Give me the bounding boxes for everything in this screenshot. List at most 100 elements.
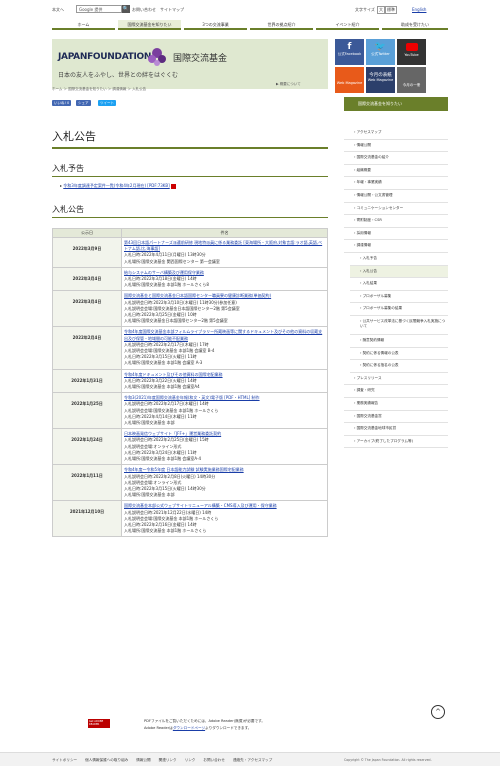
sidebar-item[interactable]: › 調査・研究	[344, 385, 448, 398]
search-input[interactable]: Google 提供	[76, 5, 122, 13]
nav-programs[interactable]: 3つの交流事業	[184, 20, 247, 30]
row-detail-line: 入札場所:国際交流基金 本部1階 ホールさくら	[124, 528, 207, 534]
adobe-reader-badge[interactable]: Get ADOBE READER	[88, 719, 110, 728]
sidebar-item-label: 国際交流基金賞	[356, 413, 382, 418]
sidebar-item[interactable]: › コミュニケーションセンター	[344, 203, 448, 216]
sidebar-item[interactable]: › 入札公告	[350, 265, 448, 279]
sitemap-link[interactable]: サイトマップ	[160, 7, 184, 13]
row-detail-line: 入札場所:国際交流基金 本部1階 会議室A-4	[124, 456, 202, 462]
skip-link[interactable]: 本文へ	[52, 7, 64, 13]
sidebar-item-label: 調達情報	[356, 243, 371, 248]
row-title-link[interactable]: 第43回日本語パートナーズ派遣前研修 現地特派員に係る業務委託 [東海場所・大阪…	[124, 240, 322, 251]
sidebar-item[interactable]: › プロポーザル募集の結果	[350, 303, 448, 316]
search-button[interactable]: 🔍	[122, 5, 130, 13]
sidebar-item[interactable]: › 随意契約情報	[350, 335, 448, 348]
row-title-link[interactable]: 令和4年度～令和5年度 日本語能力試験 試験実施業務国際宅配業務	[124, 467, 244, 472]
monthly-book-tile[interactable]: 今月の一冊	[397, 67, 426, 93]
sidebar-item[interactable]: › 入札予告	[350, 253, 448, 266]
back-to-top-button[interactable]: ^	[431, 705, 445, 719]
row-title-link[interactable]: 令和4年度ドキュメント及びその他資料の国際宅配業務	[124, 372, 223, 377]
sidebar-item[interactable]: › プロポーザル募集	[350, 291, 448, 304]
footer-link[interactable]: 連絡先・アクセスマップ	[233, 758, 272, 762]
row-title-link[interactable]: 国際交流基金本部公式ウェブサイトリニューアル構築・CMS導入及び運用・保守業務	[124, 503, 277, 508]
tweet-button[interactable]: ツイート	[98, 100, 116, 106]
preview-link[interactable]: 令和3年度調達予定案件一覧(令和4年2月現在) [PDF:73KB]	[63, 183, 169, 188]
sidebar-item[interactable]: › 寄附制度・CSR	[344, 215, 448, 228]
footer-link[interactable]: 個人情報保護への取り組み	[85, 758, 128, 762]
row-title-link[interactable]: 給与システムのサーバ構築及び運用保守業務	[124, 270, 204, 275]
row-detail: 国際交流基金と国際交流基金日本語国際センター職員寮の健康診断業務(単価契約) 入札…	[121, 290, 328, 328]
sidebar-item[interactable]: › アクセスマップ	[344, 127, 448, 140]
sidebar-item[interactable]: › アーカイブ(終了したプログラム等)	[344, 436, 448, 449]
sidebar-item[interactable]: › プレスリリース	[344, 373, 448, 386]
row-title-link[interactable]: 国際交流基金と国際交流基金日本語国際センター職員寮の健康診断業務(単価契約)	[124, 293, 271, 298]
breadcrumb[interactable]: ホーム ＞ 国際交流基金を知りたい ＞ 調達情報 ＞ 入札公告	[52, 87, 352, 94]
facebook-tile[interactable]: f 公式Facebook	[335, 39, 364, 65]
top-bar: 本文へ お問い合わせ サイトマップ 文字サイズ 大 標準 English	[0, 0, 500, 18]
sidebar-header[interactable]: 国際交流基金を知りたい	[344, 97, 448, 111]
row-title-link[interactable]: 令和4年度国際交流基金本部フィルムライブラリー所蔵映画等に関するドキュメント及び…	[124, 329, 322, 340]
sidebar-item-label: 業務実績報告	[356, 401, 379, 405]
table-row: 2022年3月4日 国際交流基金と国際交流基金日本語国際センター職員寮の健康診断業…	[52, 290, 328, 328]
sidebar-item[interactable]: › 公共サービス改革法に基づく民間競争入札実施について	[350, 316, 448, 335]
footer-link[interactable]: リンク	[185, 758, 196, 762]
facebook-share-button[interactable]: シェア	[76, 100, 91, 106]
row-date: 2022年1月24日	[52, 428, 122, 466]
nav-events[interactable]: イベント紹介	[316, 20, 379, 30]
sidebar-item[interactable]: › 業務実績報告	[344, 398, 448, 411]
youtube-label: YouTube	[404, 53, 419, 57]
row-date: 2022年1月31日	[52, 368, 122, 394]
twitter-tile[interactable]: 🐦 公式Twitter	[366, 39, 395, 65]
row-title-link[interactable]: 令和3(2021)年度国際交流基金年報(和文・英文)電子版 [PDF・HTML]…	[124, 395, 260, 400]
sidebar-item[interactable]: › 国際交流基金賞	[344, 411, 448, 424]
footer-link[interactable]: お問い合わせ	[203, 758, 225, 762]
footer-link[interactable]: 情報公開	[136, 758, 150, 762]
logo[interactable]: JAPANFOUNDATION	[58, 52, 151, 62]
row-detail: 令和4年度ドキュメント及びその他資料の国際宅配業務 入札日時:2022年3月22日…	[121, 368, 328, 394]
download-page-link[interactable]: ダウンロードページ	[173, 726, 205, 730]
sidebar-item[interactable]: › 国際交流基金地球市民賞	[344, 423, 448, 436]
row-detail-line: 入札場所:国際交流基金 本部1階 会議室A4	[124, 384, 200, 390]
monthly-cover-tile[interactable]: 今月の表紙 Web Magazine	[366, 67, 395, 93]
section-title-announcement: 入札公告	[52, 205, 84, 214]
sidebar-item[interactable]: › 採用情報	[344, 228, 448, 241]
global-nav: ホーム 国際交流基金を知りたい 3つの交流事業 世界の拠点紹介 イベント紹介 助…	[52, 18, 448, 32]
nav-home[interactable]: ホーム	[52, 20, 115, 30]
sidebar-item[interactable]: › 国際交流基金の紹介	[344, 152, 448, 165]
sidebar-item[interactable]: › 情報公開・公文書管理	[344, 190, 448, 203]
sidebar-item[interactable]: › 契約に係る指名の公表	[350, 360, 448, 373]
sidebar-item-label: 入札予告	[362, 256, 377, 260]
font-standard-button[interactable]: 標準	[385, 6, 397, 14]
sidebar-item[interactable]: › 入札結果	[350, 278, 448, 291]
sidebar-item-label: アーカイブ(終了したプログラム等)	[356, 438, 413, 443]
nav-worldwide[interactable]: 世界の拠点紹介	[250, 20, 313, 30]
row-detail-line: 入札場所:国際交流基金 本部1階 会議室 A-3	[124, 360, 203, 366]
sidebar-item[interactable]: › 情報公開	[344, 140, 448, 153]
sidebar-item-label: 契約に係る指名の公表	[362, 363, 399, 368]
english-link[interactable]: English	[412, 7, 426, 12]
sidebar-item[interactable]: › 契約に係る情報の公表	[350, 348, 448, 361]
footer-link[interactable]: サイトポリシー	[52, 758, 77, 762]
row-detail-line: 入札場所:国際交流基金 本部	[124, 420, 175, 426]
nav-grants[interactable]: 助成を受けたい	[382, 20, 448, 30]
facebook-like-button[interactable]: いいね! 0	[52, 100, 72, 106]
youtube-tile[interactable]: YouTube	[397, 39, 426, 65]
sidebar-item[interactable]: › 調達情報	[344, 240, 448, 253]
font-large-button[interactable]: 大	[377, 6, 385, 14]
row-title-link[interactable]: 日本映画発信ウェブサイト「JFF+」運営業務委託契約	[124, 431, 221, 436]
table-row: 2022年3月9日 第43回日本語パートナーズ派遣前研修 現地特派員に係る業務委託…	[52, 237, 328, 268]
row-detail: 国際交流基金本部公式ウェブサイトリニューアル構築・CMS導入及び運用・保守業務入…	[121, 500, 328, 538]
sidebar-item[interactable]: › 年報・事業実績	[344, 177, 448, 190]
inquiry-link[interactable]: お問い合わせ	[132, 7, 156, 13]
footer-link[interactable]: 関連リンク	[159, 758, 177, 762]
sidebar-item-label: 採用情報	[356, 230, 371, 235]
nav-about[interactable]: 国際交流基金を知りたい	[118, 20, 181, 30]
section-title-preview: 入札予告	[52, 164, 84, 173]
logo-japanese: 国際交流基金	[173, 54, 228, 64]
sidebar-item-label: 国際交流基金地球市民賞	[356, 426, 397, 431]
youtube-icon	[405, 43, 418, 51]
sidebar-item-label: 随意契約情報	[362, 338, 385, 342]
twitter-label: 公式Twitter	[371, 52, 390, 56]
bid-table: 公示日 件名 2022年3月9日 第43回日本語パートナーズ派遣前研修 現地特派員…	[52, 228, 328, 538]
sidebar-item[interactable]: › 組織概要	[344, 165, 448, 178]
